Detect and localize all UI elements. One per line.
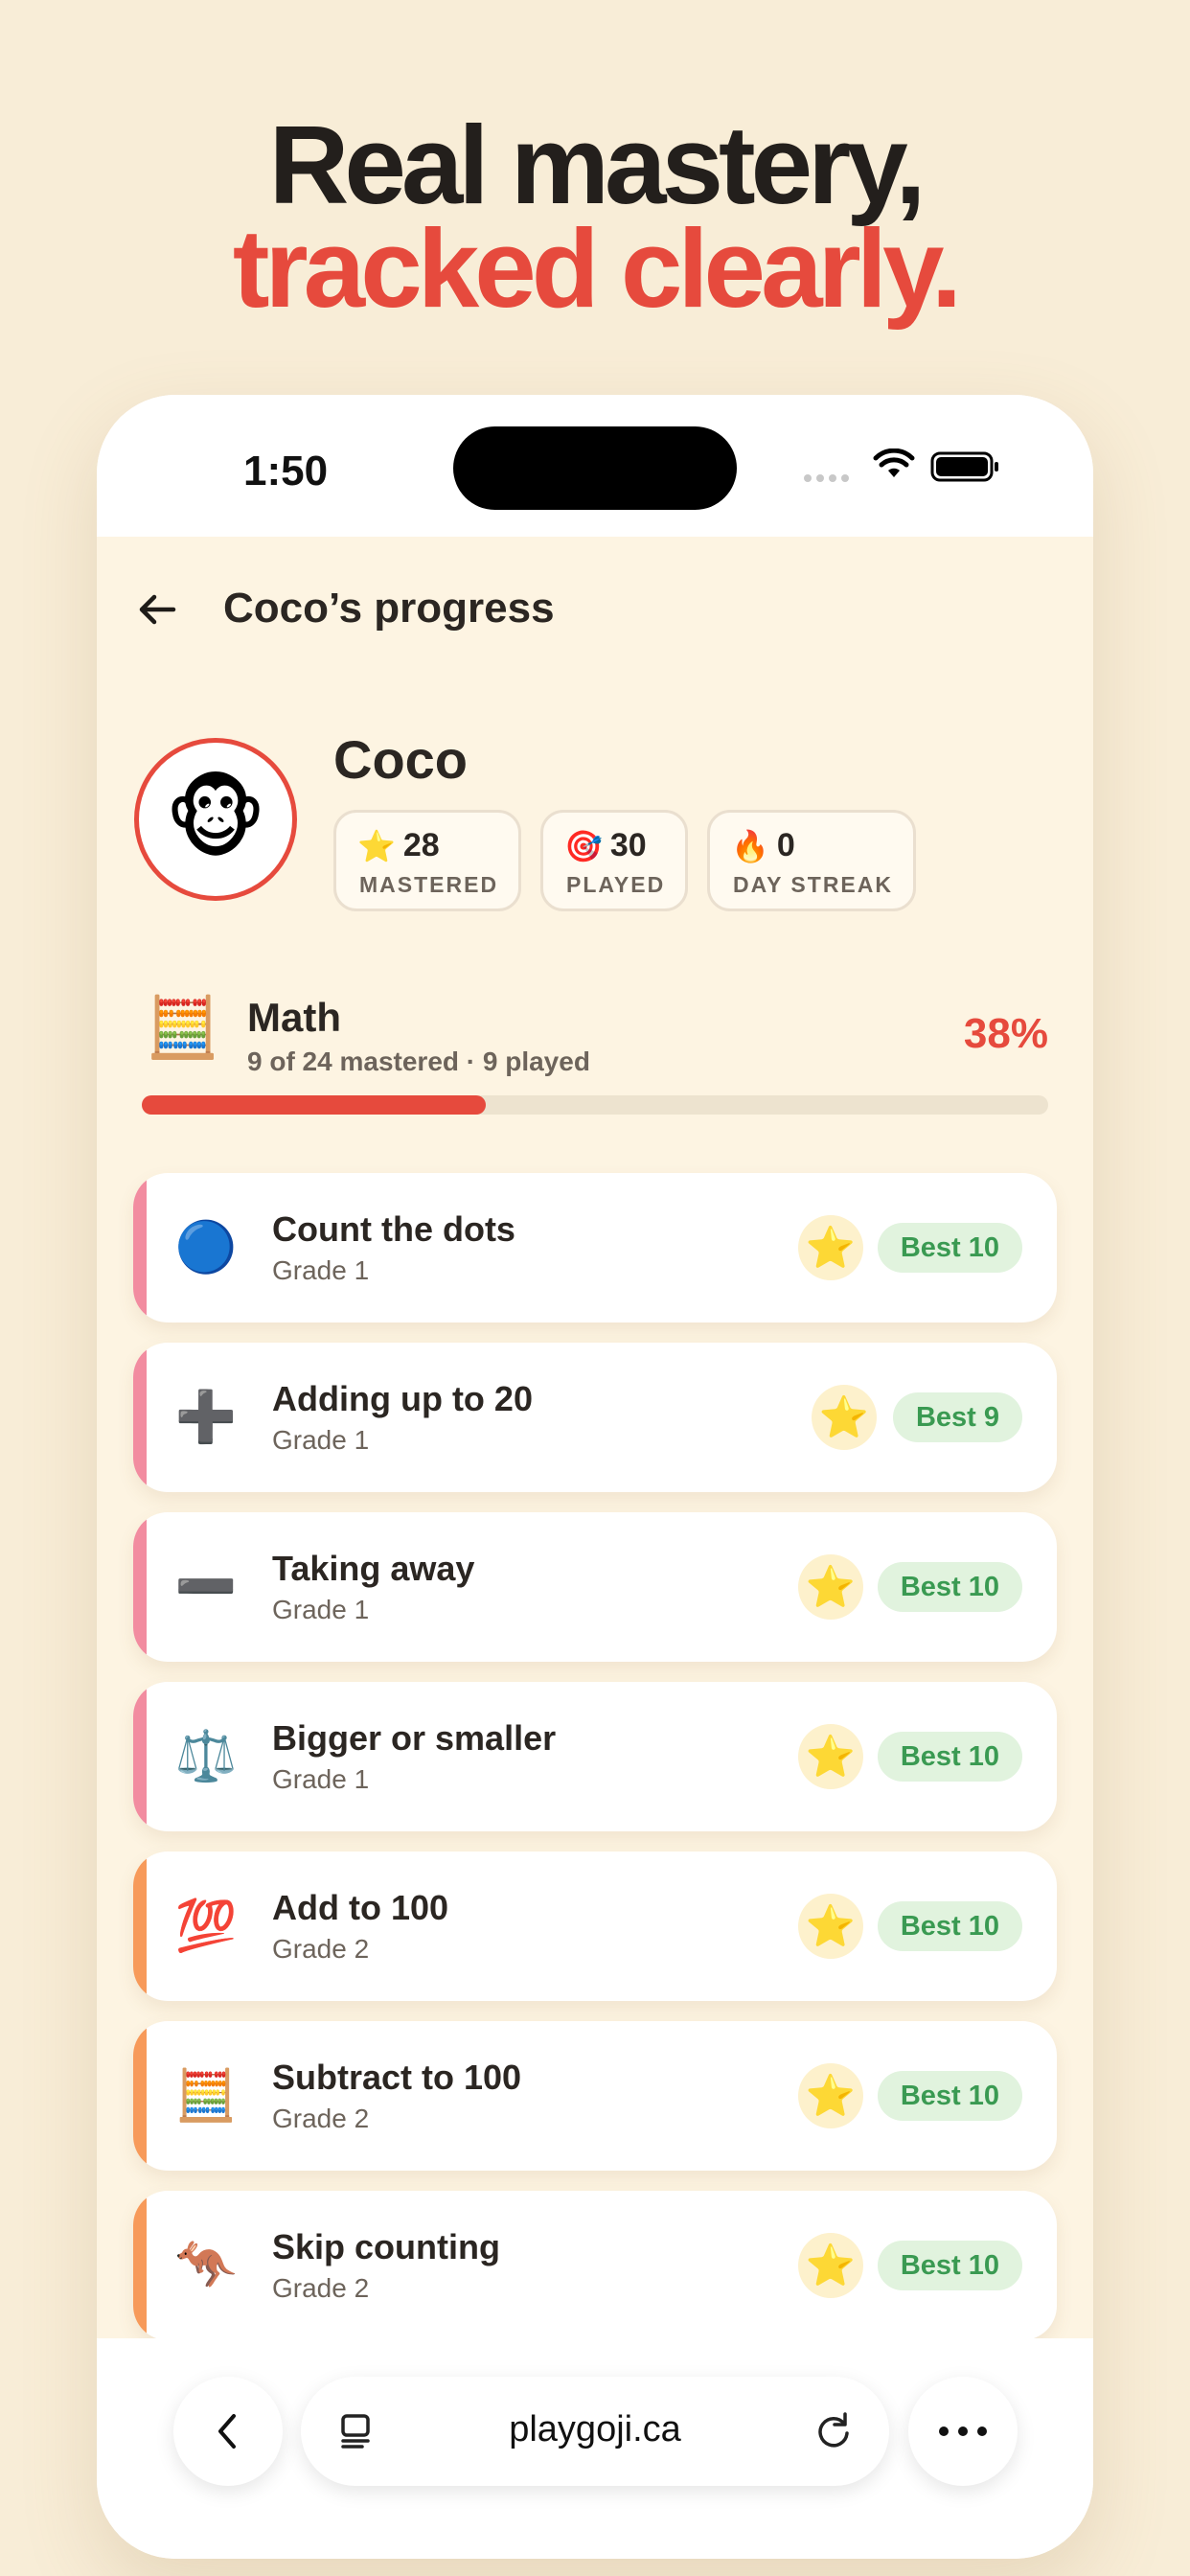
status-bar: 1:50 [97,395,1093,537]
skill-card[interactable]: ➖ Taking away Grade 1 ⭐ Best 10 [133,1512,1057,1662]
abacus-icon: 🧮 [174,2068,238,2124]
skill-grade: Grade 2 [272,1934,370,1964]
star-icon: ⭐ [805,1903,857,1948]
skill-title: Bigger or smaller [272,1718,557,1758]
stat-mastered-label: MASTERED [359,872,499,897]
avatar: 🐵 [134,738,297,901]
grade-accent-bar [133,1852,147,2001]
skill-card[interactable]: 🔵 Count the dots Grade 1 ⭐ Best 10 [133,1173,1057,1322]
mastered-star-badge: ⭐ [798,2233,863,2298]
best-score-badge: Best 10 [877,1562,1022,1612]
mastered-star-badge: ⭐ [798,1894,863,1959]
blue-circle-icon: 🔵 [174,1220,238,1276]
stat-played-value: 30 [609,827,647,863]
back-arrow-icon[interactable] [135,586,181,632]
star-icon: ⭐ [805,2073,857,2118]
stat-day-streak-label: DAY STREAK [733,872,893,897]
abacus-icon: 🧮 [146,995,220,1061]
star-icon: ⭐ [805,1734,857,1779]
grade-accent-bar [133,2021,147,2171]
chevron-left-icon [218,2414,236,2449]
url-text: playgoji.ca [509,2409,681,2450]
dynamic-island [453,426,737,510]
star-icon: ⭐ [805,1564,857,1609]
skill-card[interactable]: 💯 Add to 100 Grade 2 ⭐ Best 10 [133,1852,1057,2001]
mastered-star-badge: ⭐ [812,1385,877,1450]
child-name: Coco [333,729,468,790]
skill-card[interactable]: 🦘 Skip counting Grade 2 ⭐ Best 10 [133,2191,1057,2338]
subject-name: Math [247,995,341,1040]
best-score-badge: Best 10 [877,2071,1022,2121]
skill-grade: Grade 1 [272,1425,370,1455]
skill-grade: Grade 2 [272,2104,370,2133]
phone-frame: 1:50 Coco’s progress 🐵 Coco ⭐ 28 MASTERE… [97,395,1093,2559]
page-title: Coco’s progress [223,585,555,632]
more-options-button[interactable] [908,2377,1018,2486]
skill-title: Add to 100 [272,1888,449,1927]
skill-title: Taking away [272,1549,475,1588]
stat-played: 🎯 30 PLAYED [540,810,688,911]
best-score-badge: Best 10 [877,1223,1022,1273]
grade-accent-bar [133,1512,147,1662]
subject-progress-bar [142,1095,1048,1115]
best-score-badge: Best 10 [877,2241,1022,2290]
monkey-face-icon: 🐵 [164,770,267,868]
fire-icon: 🔥 [731,828,769,863]
best-score-badge: Best 10 [877,1732,1022,1782]
wifi-icon [873,448,915,477]
target-icon: 🎯 [564,828,603,863]
skill-title: Skip counting [272,2227,500,2266]
skill-title: Adding up to 20 [272,1379,533,1418]
headline-line-2: tracked clearly. [232,206,962,331]
skill-title: Count the dots [272,1209,515,1249]
hundred-points-icon: 💯 [174,1898,238,1954]
subject-percent: 38% [963,1010,1048,1057]
skill-card[interactable]: ⚖️ Bigger or smaller Grade 1 ⭐ Best 10 [133,1682,1057,1831]
reload-icon[interactable] [812,2410,855,2452]
marketing-headline: Real mastery, tracked clearly. [0,103,1190,331]
cellular-signal-icon [804,474,849,482]
plus-icon: ➕ [174,1390,238,1445]
stat-mastered: ⭐ 28 MASTERED [333,810,521,911]
mastered-star-badge: ⭐ [798,1724,863,1789]
stat-day-streak-value: 0 [776,827,795,863]
star-icon: ⭐ [818,1394,870,1439]
best-score-badge: Best 10 [877,1901,1022,1951]
stat-day-streak: 🔥 0 DAY STREAK [707,810,916,911]
skill-card[interactable]: ➕ Adding up to 20 Grade 1 ⭐ Best 9 [133,1343,1057,1492]
stat-mastered-value: 28 [402,827,440,863]
address-bar[interactable]: playgoji.ca [301,2377,889,2486]
grade-accent-bar [133,1343,147,1492]
kangaroo-icon: 🦘 [174,2238,238,2293]
status-time: 1:50 [243,448,329,494]
skill-title: Subtract to 100 [272,2058,522,2097]
mastered-star-badge: ⭐ [798,1215,863,1280]
star-icon: ⭐ [805,1225,857,1270]
ellipsis-icon [939,2426,987,2436]
skill-grade: Grade 1 [272,1255,370,1285]
balance-scale-icon: ⚖️ [174,1729,238,1784]
subject-progress-fill [142,1095,487,1115]
best-score-badge: Best 9 [892,1392,1022,1442]
headline-line-1: Real mastery, [268,103,927,227]
grade-accent-bar [133,1682,147,1831]
mastered-star-badge: ⭐ [798,1554,863,1620]
skill-grade: Grade 1 [272,1764,370,1794]
skill-list: 🔵 Count the dots Grade 1 ⭐ Best 10 ➕ Adding up… [133,1173,1057,2338]
minus-icon: ➖ [174,1559,238,1615]
progress-screen: Coco’s progress 🐵 Coco ⭐ 28 MASTERED 🎯 3… [97,537,1093,2338]
mastered-star-badge: ⭐ [798,2063,863,2128]
browser-toolbar: playgoji.ca [97,2338,1093,2559]
battery-icon [930,451,998,482]
skill-card[interactable]: 🧮 Subtract to 100 Grade 2 ⭐ Best 10 [133,2021,1057,2171]
grade-accent-bar [133,2191,147,2338]
star-icon: ⭐ [357,828,396,863]
star-icon: ⭐ [805,2242,857,2288]
stat-played-label: PLAYED [566,872,666,897]
skill-grade: Grade 1 [272,1595,370,1624]
browser-back-button[interactable] [173,2377,283,2486]
skill-grade: Grade 2 [272,2273,370,2303]
grade-accent-bar [133,1173,147,1322]
subject-summary: 9 of 24 mastered · 9 played [247,1046,590,1076]
